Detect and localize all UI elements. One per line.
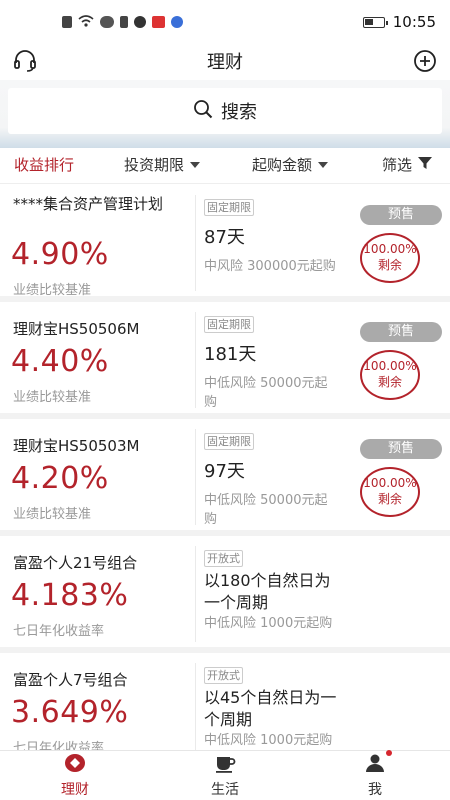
bottom-tab-bar: 理财 生活 我 (0, 749, 450, 800)
product-term: 以180个自然日为一个周期 (204, 571, 331, 612)
filter-screen[interactable]: 筛选 (382, 154, 433, 175)
huawei-icon (100, 16, 114, 28)
user-icon (364, 749, 392, 777)
divider (195, 429, 196, 525)
product-risk: 中风险 300000元起购 (204, 259, 336, 274)
app-header: 理财 (0, 44, 450, 78)
tab-label: 生活 (211, 781, 239, 798)
filter-label: 投资期限 (124, 156, 185, 174)
product-term: 以45个自然日为一个周期 (204, 688, 337, 729)
filter-icon (418, 156, 433, 174)
chevron-down-icon (318, 161, 329, 168)
rate-label: 业绩比较基准 (13, 390, 92, 405)
search-area: 搜索 (0, 80, 450, 148)
remain-label: 剩余 (377, 258, 402, 272)
filter-yield-rank[interactable]: 收益排行 (14, 154, 74, 175)
notification-icon (62, 16, 72, 28)
product-card[interactable]: ****集合资产管理计划 4.90% 业绩比较基准 固定期限 87天 中风险 3… (0, 185, 450, 302)
search-label: 搜索 (221, 102, 257, 123)
product-tag: 固定期限 (204, 433, 254, 450)
status-bar: 10:55 (0, 0, 450, 44)
chevron-down-icon (190, 161, 201, 168)
tab-life[interactable]: 生活 (150, 751, 300, 800)
product-rate: 3.649% (11, 695, 129, 730)
app-icon (134, 16, 146, 28)
remain-badge: 100.00% 剩余 (360, 467, 420, 517)
product-rate: 4.20% (11, 461, 109, 496)
book-icon (152, 16, 165, 28)
finance-icon (64, 753, 86, 777)
remain-label: 剩余 (377, 492, 402, 506)
product-card[interactable]: 理财宝HS50503M 4.20% 业绩比较基准 固定期限 97天 中低风险 5… (0, 419, 450, 536)
tab-label: 理财 (61, 781, 89, 798)
divider (195, 663, 196, 759)
headset-icon[interactable] (12, 48, 38, 74)
product-risk: 中低风险 1000元起购 (204, 616, 333, 631)
product-card[interactable]: 富盈个人21号组合 4.183% 七日年化收益率 开放式 以180个自然日为一个… (0, 536, 450, 653)
product-name: 富盈个人7号组合 (13, 671, 128, 689)
product-name: 富盈个人21号组合 (13, 554, 138, 572)
plus-circle-icon[interactable] (412, 48, 438, 74)
product-risk: 中低风险 1000元起购 (204, 733, 333, 748)
tab-label: 我 (368, 781, 382, 798)
product-tag: 开放式 (204, 667, 243, 684)
product-term: 181天 (204, 344, 257, 365)
product-term: 87天 (204, 227, 245, 248)
search-icon (193, 99, 213, 124)
remain-badge: 100.00% 剩余 (360, 233, 420, 283)
coffee-icon (214, 753, 236, 777)
rate-label: 七日年化收益率 (13, 624, 105, 639)
product-card[interactable]: 理财宝HS50506M 4.40% 业绩比较基准 固定期限 181天 中低风险 … (0, 302, 450, 419)
product-risk: 中低风险 50000元起购 (204, 376, 328, 410)
divider (195, 546, 196, 642)
divider (195, 312, 196, 408)
music-icon (171, 16, 183, 28)
product-tag: 固定期限 (204, 199, 254, 216)
product-rate: 4.183% (11, 578, 129, 613)
filter-label: 起购金额 (252, 156, 313, 174)
rate-label: 业绩比较基准 (13, 283, 92, 298)
status-time: 10:55 (392, 13, 436, 31)
presale-badge: 预售 (360, 322, 442, 342)
remain-percent: 100.00% (363, 476, 417, 490)
product-term: 97天 (204, 461, 245, 482)
battery-icon (362, 16, 388, 28)
filter-bar: 收益排行 投资期限 起购金额 筛选 (0, 146, 450, 184)
tab-finance[interactable]: 理财 (0, 751, 150, 800)
remain-label: 剩余 (377, 375, 402, 389)
product-name: ****集合资产管理计划 (13, 195, 164, 213)
product-name: 理财宝HS50503M (13, 437, 140, 455)
remain-percent: 100.00% (363, 242, 417, 256)
wifi-icon (78, 13, 94, 31)
product-risk: 中低风险 50000元起购 (204, 493, 328, 527)
presale-badge: 预售 (360, 205, 442, 225)
presale-badge: 预售 (360, 439, 442, 459)
phone-icon (120, 16, 128, 28)
divider (195, 195, 196, 291)
filter-label: 收益排行 (14, 156, 75, 174)
page-title: 理财 (207, 52, 243, 73)
search-input[interactable]: 搜索 (8, 88, 442, 134)
status-icons (62, 15, 183, 29)
product-tag: 固定期限 (204, 316, 254, 333)
product-name: 理财宝HS50506M (13, 320, 140, 338)
remain-percent: 100.00% (363, 359, 417, 373)
tab-me[interactable]: 我 (300, 749, 450, 800)
filter-min-amount[interactable]: 起购金额 (252, 154, 329, 175)
notification-badge (386, 749, 392, 756)
product-list: ****集合资产管理计划 4.90% 业绩比较基准 固定期限 87天 中风险 3… (0, 185, 450, 770)
filter-label: 筛选 (382, 156, 413, 174)
remain-badge: 100.00% 剩余 (360, 350, 420, 400)
product-tag: 开放式 (204, 550, 243, 567)
product-rate: 4.90% (11, 237, 109, 272)
product-rate: 4.40% (11, 344, 109, 379)
filter-term[interactable]: 投资期限 (124, 154, 201, 175)
rate-label: 业绩比较基准 (13, 507, 92, 522)
